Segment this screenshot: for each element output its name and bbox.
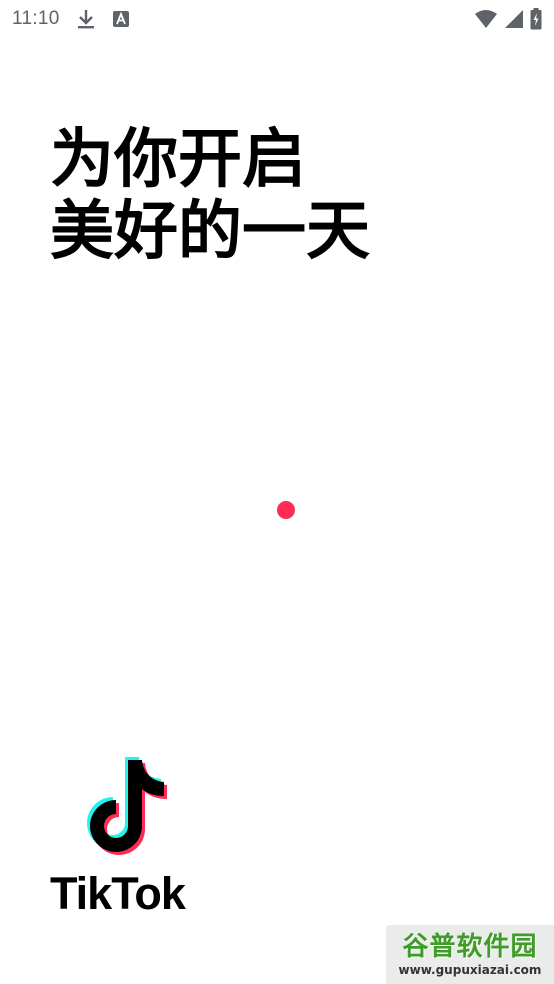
watermark: 谷普软件园 www.gupuxiazai.com <box>386 925 554 984</box>
splash-screen: 11:10 为你开启 美好的一天 TikTok 谷普软件园 www.gupuxi… <box>0 0 554 984</box>
status-time: 11:10 <box>12 8 60 29</box>
download-icon <box>76 8 96 30</box>
headline-line-2: 美好的一天 <box>50 195 370 269</box>
headline-line-1: 为你开启 <box>50 123 306 197</box>
loading-dot <box>277 501 295 519</box>
tiktok-wordmark: TikTok <box>50 868 186 919</box>
status-bar-left: 11:10 <box>12 8 130 30</box>
keyboard-a-icon <box>112 10 130 28</box>
status-bar-right <box>474 8 542 30</box>
watermark-url: www.gupuxiazai.com <box>398 962 542 977</box>
headline: 为你开启 美好的一天 <box>50 124 370 268</box>
battery-charging-icon <box>530 8 542 30</box>
watermark-title: 谷普软件园 <box>402 931 538 962</box>
status-bar: 11:10 <box>0 0 554 38</box>
signal-icon <box>504 9 524 29</box>
tiktok-note-icon <box>84 756 180 864</box>
wifi-icon <box>474 9 498 29</box>
